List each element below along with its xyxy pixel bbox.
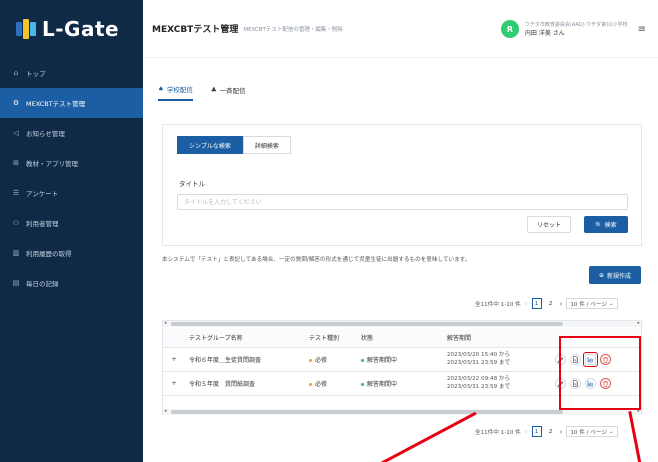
sidebar-item-0[interactable]: ⌂ トップ (0, 58, 143, 88)
survey-icon: ☰ (12, 189, 20, 197)
next-page-icon[interactable]: › (560, 300, 563, 308)
simple-search-button[interactable]: シンプルな検索 (177, 136, 243, 154)
megaphone-icon: ◁ (13, 129, 19, 137)
page-subtitle: MEXCBTテスト配信の管理・編集・削除 (243, 26, 343, 33)
chart-icon: ▥ (12, 249, 20, 257)
col-type[interactable]: テスト種別 (305, 329, 357, 348)
test-group-name: 令和６年度＿生徒質問調査 (185, 347, 305, 372)
pagination-summary: 全11件中 1-10 件 (475, 301, 521, 308)
prev-page-icon[interactable]: ‹ (525, 428, 528, 436)
annotation-line-left (378, 412, 477, 462)
page-size-select[interactable]: 10 件 / ページ ⌄ (566, 298, 618, 309)
test-group-name: 令和５年度 質問紙調査 (185, 371, 305, 396)
sidebar-item-label: MEXCBTテスト管理 (26, 100, 86, 108)
brand-name: L-Gate (42, 17, 120, 41)
brand-logo[interactable]: L-Gate (0, 0, 143, 58)
annotation-highlight-box (559, 336, 641, 410)
users-icon: ⚇ (12, 219, 20, 227)
avatar[interactable]: R (500, 20, 519, 38)
annotation-line-right (628, 411, 642, 462)
sidebar-item-5[interactable]: ⚇ 利用者管理 (0, 208, 143, 238)
search-panel: シンプルな検索 詳細検索 タイトル リセット 🔍 検索 (162, 124, 642, 246)
gear-icon: ⚙ (12, 99, 20, 107)
sidebar-item-2[interactable]: ◁ お知らせ管理 (0, 118, 143, 148)
col-name[interactable]: テストグループ名称 (185, 329, 305, 348)
top-header: MEXCBTテスト管理 MEXCBTテスト配信の管理・編集・削除 R ウチダ市教… (143, 0, 658, 58)
sidebar-item-label: 毎日の記録 (26, 280, 59, 288)
new-create-label: 新規作成 (607, 272, 632, 280)
calendar-icon: ▤ (12, 279, 20, 287)
sidebar-item-7[interactable]: ▤ 毎日の記録 (0, 268, 143, 298)
expand-icon[interactable]: + (163, 371, 185, 396)
sidebar-item-label: トップ (26, 70, 46, 78)
answer-period: 2023/03/20 15:40 から 2023/03/31 23:59 まで (443, 347, 551, 372)
col-expand (163, 329, 185, 348)
expand-icon[interactable]: + (163, 347, 185, 372)
sidebar-item-1[interactable]: ⚙ MEXCBTテスト管理 (0, 88, 143, 118)
page-1[interactable]: 1 (531, 298, 542, 309)
sidebar-item-label: お知らせ管理 (26, 130, 65, 138)
sidebar-item-3[interactable]: ⊞ 教材・アプリ管理 (0, 148, 143, 178)
page-title: MEXCBTテスト管理 (152, 25, 239, 35)
page-size-value: 10 件 / ページ (570, 429, 607, 436)
tab-0[interactable]: ♠ 学校配信 (158, 84, 193, 101)
detail-search-button[interactable]: 詳細検索 (242, 136, 291, 154)
pagination-top: 全11件中 1-10 件 ‹ 1 2 › 10 件 / ページ ⌄ (475, 298, 618, 309)
chevron-down-icon: ⌄ (608, 300, 614, 307)
new-create-button[interactable]: ⊕ 新規作成 (589, 266, 641, 284)
tab-bar: ♠ 学校配信 ♣ 一斉配信 (158, 84, 246, 101)
pagination-summary: 全11件中 1-10 件 (475, 429, 521, 436)
test-status: 解答期間中 (357, 371, 443, 396)
sidebar-nav: ⌂ トップ ⚙ MEXCBTテスト管理 ◁ お知らせ管理 ⊞ 教材・アプリ管理 ☰ アンケート ⚇ 利… (0, 58, 143, 298)
broadcast-icon: ♣ (210, 86, 217, 94)
title-label: タイトル (179, 180, 205, 188)
search-button[interactable]: 🔍 検索 (584, 216, 628, 233)
page-2[interactable]: 2 (546, 298, 556, 309)
title-input[interactable] (177, 194, 628, 210)
page-size-value: 10 件 / ページ (570, 301, 607, 308)
col-status[interactable]: 状態 (357, 329, 443, 348)
page-1[interactable]: 1 (531, 426, 542, 437)
tab-1[interactable]: ♣ 一斉配信 (211, 84, 246, 101)
user-info: R ウチダ市教育委員会(AAD) ウチダ第10小学校 内田 洋美 さん ≡ (500, 20, 646, 38)
sidebar-item-label: 利用履歴の取得 (26, 250, 72, 258)
answer-period: 2023/03/22 09:48 から 2023/03/31 23:59 まで (443, 371, 551, 396)
col-period[interactable]: 解答期間 (443, 329, 551, 348)
test-type: 必修 (305, 371, 357, 396)
search-mode-toggle: シンプルな検索 詳細検索 (177, 136, 291, 154)
sidebar-item-label: アンケート (26, 190, 59, 198)
next-page-icon[interactable]: › (560, 428, 563, 436)
sidebar-item-4[interactable]: ☰ アンケート (0, 178, 143, 208)
user-name: 内田 洋美 さん (524, 29, 565, 37)
reset-button[interactable]: リセット (527, 216, 571, 233)
logo-mark-icon (16, 18, 36, 40)
chevron-down-icon: ⌄ (608, 428, 614, 435)
sidebar-item-label: 利用者管理 (26, 220, 59, 228)
menu-icon[interactable]: ≡ (638, 24, 646, 35)
sidebar-item-6[interactable]: ▥ 利用履歴の取得 (0, 238, 143, 268)
test-type: 必修 (305, 347, 357, 372)
test-status: 解答期間中 (357, 347, 443, 372)
tab-label: 一斉配信 (219, 87, 246, 95)
grid-icon: ⊞ (13, 159, 19, 167)
plus-circle-icon: ⊕ (598, 271, 604, 279)
page-2[interactable]: 2 (546, 426, 556, 437)
notice-text: 本システムで「テスト」と表記してある場合、一定の質問/解答の形式を通じて児童生徒… (162, 257, 471, 263)
sidebar-item-label: 教材・アプリ管理 (26, 160, 78, 168)
pagination-bottom: 全11件中 1-10 件 ‹ 1 2 › 10 件 / ページ ⌄ (475, 426, 618, 437)
org-name: ウチダ市教育委員会(AAD) ウチダ第10小学校 (524, 21, 628, 28)
school-icon: ♠ (158, 85, 164, 93)
tab-label: 学校配信 (166, 86, 193, 94)
table-scrollbar-top[interactable]: ◂ ▸ (163, 320, 641, 327)
sidebar: L-Gate ⌂ トップ ⚙ MEXCBTテスト管理 ◁ お知らせ管理 ⊞ 教材・アプリ管理 ☰… (0, 0, 143, 462)
prev-page-icon[interactable]: ‹ (525, 300, 528, 308)
page-size-select[interactable]: 10 件 / ページ ⌄ (566, 426, 618, 437)
home-icon: ⌂ (13, 69, 19, 77)
